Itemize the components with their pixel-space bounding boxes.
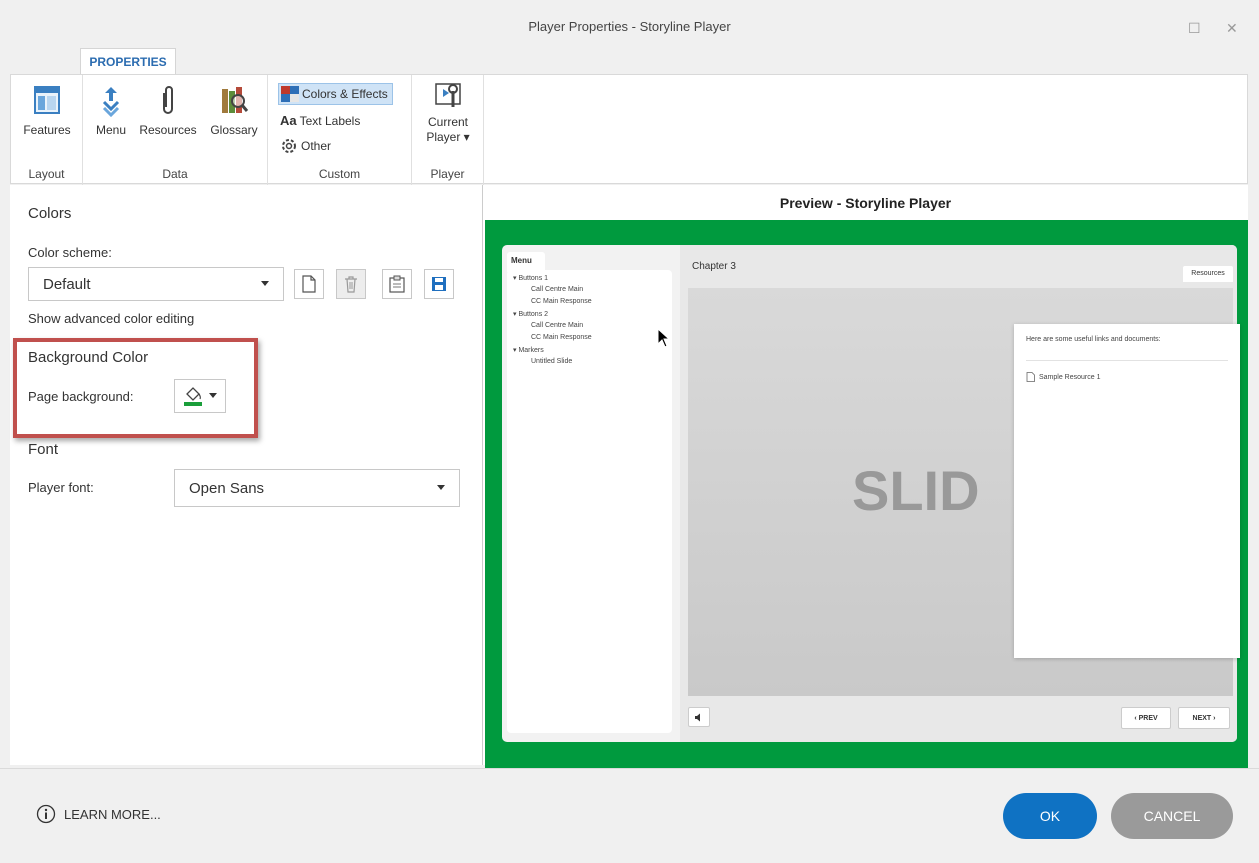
player-font-select[interactable]: Open Sans (174, 469, 460, 507)
window-title: Player Properties - Storyline Player (528, 19, 731, 34)
ribbon-group-layout: Features Layout (11, 75, 83, 185)
colors-effects-label: Colors & Effects (302, 87, 388, 101)
color-scheme-label: Color scheme: (28, 245, 112, 260)
menu-item[interactable]: ▾ Markers (513, 346, 544, 354)
glossary-label: Glossary (210, 123, 258, 137)
other-button[interactable]: Other (278, 135, 335, 157)
chevron-down-icon (437, 485, 445, 490)
tab-properties[interactable]: PROPERTIES (80, 48, 176, 75)
custom-group-label: Custom (318, 167, 361, 181)
highlight-annotation (13, 338, 258, 438)
player-frame: Menu ▾ Buttons 1 Call Centre Main CC Mai… (502, 245, 1240, 742)
gear-icon (282, 139, 296, 153)
player-wrench-icon (435, 83, 461, 107)
learn-more-label: LEARN MORE... (64, 806, 161, 822)
colors-effects-button[interactable]: Colors & Effects (278, 83, 393, 105)
menu-tree-icon (102, 87, 120, 117)
mouse-cursor-icon (657, 328, 671, 348)
cancel-button[interactable]: CANCEL (1111, 793, 1233, 839)
glossary-books-icon (222, 87, 249, 113)
advanced-color-link[interactable]: Show advanced color editing (28, 311, 194, 326)
clipboard-icon (389, 275, 405, 293)
current-player-label-2: Player ▾ (426, 130, 470, 144)
menu-panel: ▾ Buttons 1 Call Centre Main CC Main Res… (507, 270, 672, 733)
menu-tab[interactable]: Menu (507, 252, 545, 272)
prev-button[interactable]: ‹ PREV (1121, 707, 1171, 729)
color-scheme-value: Default (43, 275, 91, 293)
ribbon-group-player: Current Player ▾ Player (412, 75, 484, 185)
ok-button[interactable]: OK (1003, 793, 1097, 839)
dialog-footer: LEARN MORE... OK CANCEL (0, 768, 1259, 863)
menu-item[interactable]: CC Main Response (531, 334, 592, 341)
menu-label: Menu (95, 123, 127, 137)
resources-label: Resources (139, 123, 197, 137)
text-labels-button[interactable]: Aa Text Labels (278, 110, 364, 132)
preview-panel: Preview - Storyline Player Menu ▾ Button… (482, 185, 1248, 769)
ribbon-group-data: Menu Resources Glossary Data (83, 75, 268, 185)
settings-panel: Colors Color scheme: Default Show advanc… (10, 185, 482, 765)
info-icon (36, 804, 56, 824)
chapter-title: Chapter 3 (692, 261, 736, 272)
features-icon (34, 86, 60, 114)
new-scheme-button[interactable] (294, 269, 324, 299)
text-labels-label: Text Labels (299, 114, 361, 128)
menu-item[interactable]: CC Main Response (531, 298, 592, 305)
new-document-icon (302, 275, 316, 293)
speaker-icon (695, 713, 700, 721)
title-bar: Player Properties - Storyline Player ☐ ✕ (0, 0, 1259, 48)
menu-item[interactable]: ▾ Buttons 1 (513, 274, 548, 282)
data-group-label: Data (162, 167, 188, 181)
preview-stage: Menu ▾ Buttons 1 Call Centre Main CC Mai… (485, 220, 1248, 769)
resources-tab[interactable]: Resources (1183, 266, 1233, 282)
features-label: Features (23, 123, 71, 137)
menu-item[interactable]: Call Centre Main (531, 322, 583, 329)
current-player-label-1: Current (427, 115, 468, 129)
learn-more-link[interactable]: LEARN MORE... (36, 804, 161, 824)
maximize-icon[interactable]: ☐ (1188, 20, 1201, 37)
player-group-label: Player (430, 167, 465, 181)
resources-divider (1026, 360, 1228, 361)
import-scheme-button[interactable] (382, 269, 412, 299)
resources-intro: Here are some useful links and documents… (1026, 336, 1161, 343)
chevron-down-icon (261, 281, 269, 286)
resources-panel: Here are some useful links and documents… (1014, 324, 1240, 658)
document-icon (1026, 372, 1035, 382)
slide-area: Chapter 3 Resources SLID Here are some u… (680, 245, 1240, 742)
menu-item[interactable]: Call Centre Main (531, 286, 583, 293)
volume-button[interactable] (688, 707, 710, 727)
player-font-label: Player font: (28, 480, 94, 495)
features-button[interactable]: Features (17, 83, 77, 137)
slide-placeholder-text: SLID (852, 459, 980, 522)
trash-icon (345, 276, 357, 293)
colors-effects-icon (281, 86, 299, 102)
current-player-button[interactable]: Current Player ▾ (418, 81, 478, 145)
color-scheme-select[interactable]: Default (28, 267, 284, 301)
player-font-value: Open Sans (189, 479, 265, 497)
ribbon-group-custom: Colors & Effects Aa Text Labels Other Cu… (268, 75, 412, 185)
menu-button[interactable]: Menu (93, 83, 129, 137)
next-button[interactable]: NEXT › (1178, 707, 1230, 729)
preview-title: Preview - Storyline Player (779, 195, 952, 211)
colors-heading: Colors (28, 205, 72, 222)
resource-item-label: Sample Resource 1 (1039, 373, 1101, 381)
text-labels-icon: Aa (280, 113, 297, 128)
menu-item[interactable]: Untitled Slide (531, 358, 572, 365)
slide-canvas: SLID Here are some useful links and docu… (688, 288, 1240, 696)
close-icon[interactable]: ✕ (1226, 20, 1238, 37)
paperclip-icon (163, 86, 173, 114)
resources-button[interactable]: Resources (135, 83, 201, 137)
glossary-button[interactable]: Glossary (205, 83, 263, 137)
delete-scheme-button[interactable] (336, 269, 366, 299)
ribbon: Features Layout Menu Resources Glossary … (10, 74, 1248, 185)
layout-group-label: Layout (28, 167, 65, 181)
save-scheme-button[interactable] (424, 269, 454, 299)
menu-item[interactable]: ▾ Buttons 2 (513, 310, 548, 318)
resource-item[interactable]: Sample Resource 1 (1026, 372, 1100, 382)
other-label: Other (301, 139, 332, 153)
save-disk-icon (432, 277, 446, 291)
font-heading: Font (28, 441, 59, 458)
